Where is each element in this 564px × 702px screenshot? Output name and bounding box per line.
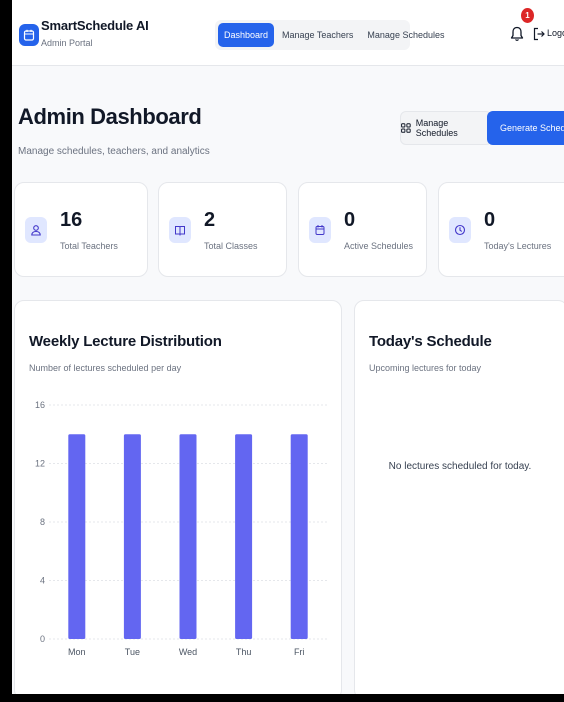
bar (123, 434, 141, 639)
generate-schedule-label: Generate Schedule (500, 123, 564, 133)
manage-schedules-label: Manage Schedules (415, 118, 458, 138)
stat-label: Active Schedules (344, 241, 414, 251)
stat-value: 0 (344, 209, 356, 231)
notification-badge: 1 (521, 8, 534, 23)
empty-schedule-message: No lectures scheduled for today. (388, 461, 532, 472)
nav-manage-schedules[interactable]: Manage Schedules (361, 23, 450, 47)
stat-card-todays-lectures: 0 Today's Lectures (438, 182, 564, 277)
stat-label: Total Classes (204, 241, 258, 251)
page-title: Admin Dashboard (18, 104, 202, 129)
y-tick-label: 0 (40, 634, 45, 644)
stat-label: Total Teachers (60, 241, 118, 251)
todays-schedule-panel: Today's Schedule Upcoming lectures for t… (354, 300, 564, 694)
clock-icon (449, 217, 471, 243)
brand-title: SmartSchedule AI (41, 18, 149, 33)
app-root: SmartSchedule AI Admin Portal Dashboard … (12, 0, 564, 694)
x-tick-label: Thu (236, 647, 252, 657)
bar (235, 434, 253, 639)
manage-schedules-button[interactable]: Manage Schedules (400, 111, 492, 145)
stat-value: 0 (484, 209, 496, 231)
weekly-lecture-chart: 0 4 8 12 16 Mon Tue Wed Thu Fri (35, 400, 327, 657)
x-tick-label: Tue (125, 647, 140, 657)
stat-card-total-classes: 2 Total Classes (158, 182, 287, 277)
x-tick-label: Wed (179, 647, 197, 657)
logout-icon[interactable] (533, 27, 545, 41)
bell-icon[interactable] (510, 26, 524, 42)
top-navigation-bar: SmartSchedule AI Admin Portal Dashboard … (12, 0, 564, 66)
weekly-distribution-panel: Weekly Lecture Distribution Number of le… (14, 300, 342, 694)
y-tick-label: 8 (40, 517, 45, 527)
x-tick-label: Mon (68, 647, 86, 657)
main-nav: Dashboard Manage Teachers Manage Schedul… (215, 20, 444, 50)
stat-label: Today's Lectures (484, 241, 552, 251)
users-icon (25, 217, 47, 243)
stat-card-total-teachers: 16 Total Teachers (14, 182, 148, 277)
schedule-panel-title: Today's Schedule (369, 333, 492, 350)
brand-subtitle: Admin Portal (41, 38, 93, 48)
logout-link[interactable]: Logou (547, 28, 564, 38)
x-tick-label: Fri (294, 647, 305, 657)
generate-schedule-button[interactable]: Generate Schedule (487, 111, 564, 145)
calendar-logo-icon (19, 24, 39, 46)
screen-frame-left (0, 0, 12, 702)
stat-value: 16 (60, 209, 83, 231)
stat-value: 2 (204, 209, 216, 231)
bar (68, 434, 86, 639)
y-tick-label: 4 (40, 576, 45, 586)
nav-dashboard[interactable]: Dashboard (218, 23, 275, 47)
y-tick-label: 16 (35, 400, 45, 410)
calendar-icon (309, 217, 331, 243)
book-icon (169, 217, 191, 243)
y-tick-label: 12 (35, 459, 45, 469)
page-subtitle: Manage schedules, teachers, and analytic… (18, 146, 210, 157)
grid-icon (401, 123, 411, 133)
schedule-panel-subtitle: Upcoming lectures for today (369, 363, 482, 373)
bar (290, 434, 308, 639)
stat-card-active-schedules: 0 Active Schedules (298, 182, 427, 277)
nav-manage-teachers[interactable]: Manage Teachers (276, 23, 359, 47)
screen-frame-bottom (0, 694, 564, 702)
bar (179, 434, 197, 639)
